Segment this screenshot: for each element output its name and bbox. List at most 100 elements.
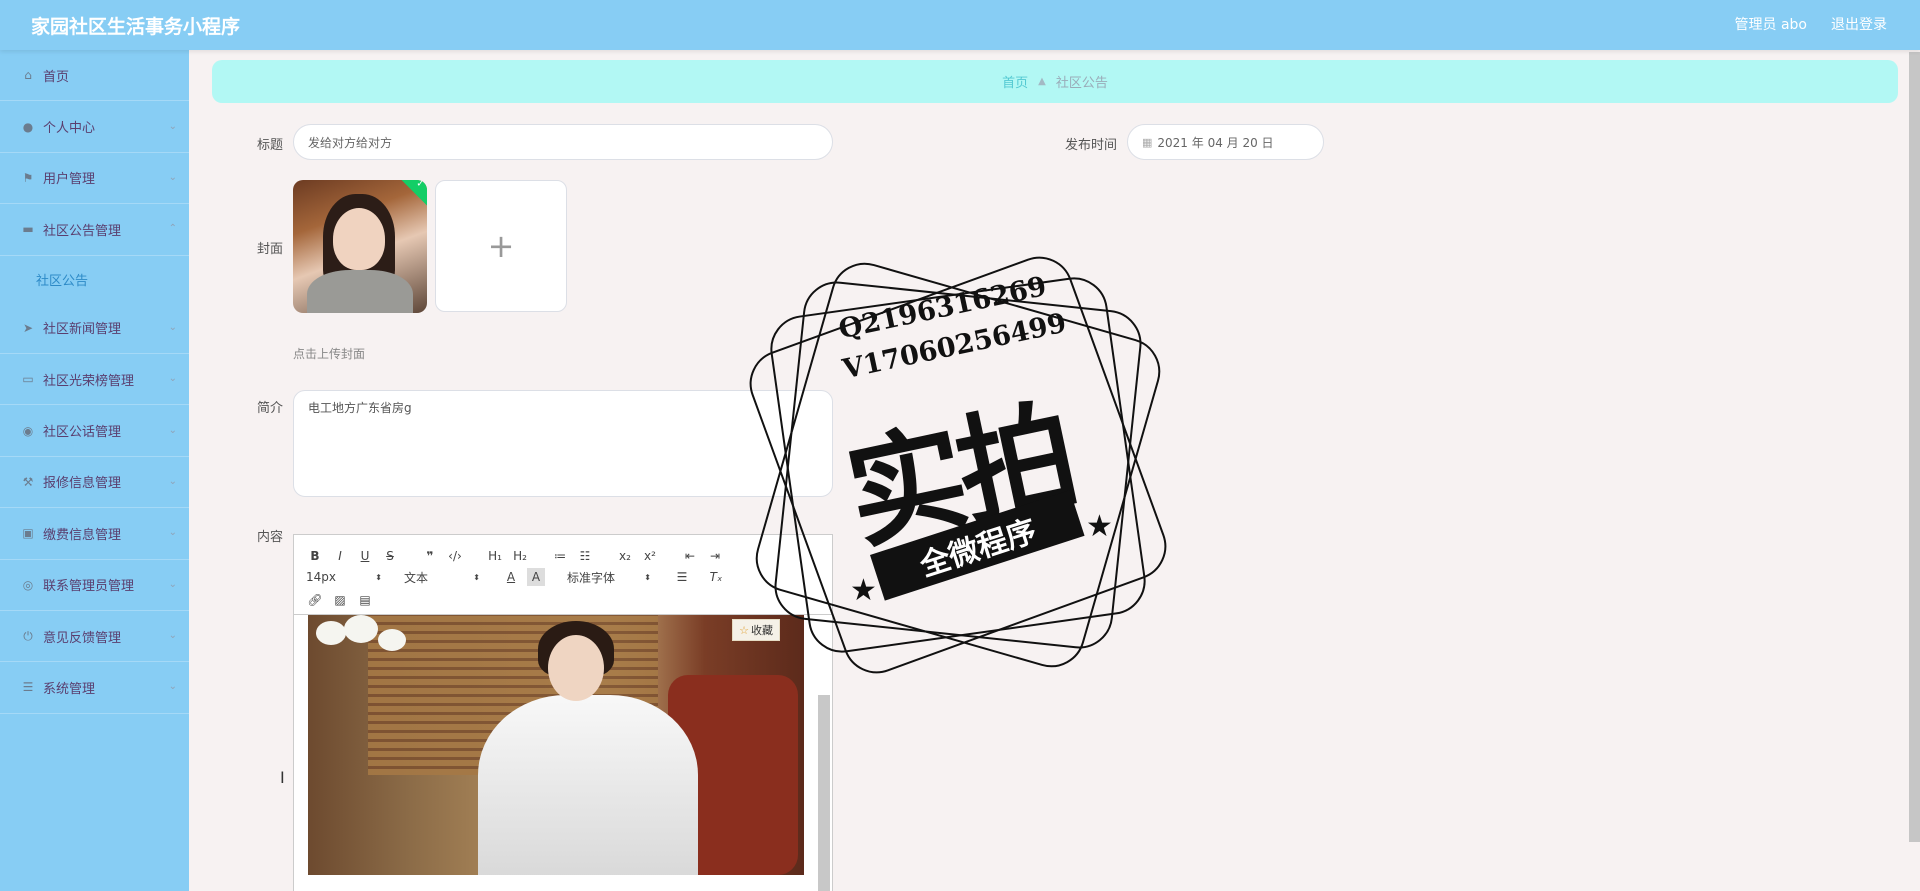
app-title: 家园社区生活事务小程序 [31, 16, 241, 38]
video-icon[interactable]: ▤ [356, 591, 374, 609]
sidebar-item-news-management[interactable]: ➤ 社区新闻管理 ⌄ [0, 303, 189, 354]
indent-button[interactable]: ⇥ [706, 547, 724, 565]
send-icon: ➤ [22, 320, 34, 335]
breadcrumb-home[interactable]: 首页 [1002, 72, 1028, 91]
watermark-star-icon: ★ [1086, 509, 1113, 544]
cover-image-thumbnail[interactable]: ✓ [293, 180, 427, 313]
content-image-lily [378, 629, 406, 651]
content-image[interactable]: ☆ 收藏 [308, 615, 804, 875]
cover-photo-body [307, 270, 413, 313]
calendar-icon: ▦ [1142, 135, 1153, 149]
sidebar-item-honor-management[interactable]: ▭ 社区光荣榜管理 ⌄ [0, 354, 189, 406]
chevron-down-icon: ⌄ [168, 681, 177, 693]
sidebar-item-personal-center[interactable]: ● 个人中心 ⌄ [0, 101, 189, 153]
rich-text-editor: B I U S ❞ ‹/› H₁ H₂ ≔ ☷ x₂ x² ⇤ ⇥ 14px ⬍ … [293, 534, 833, 891]
sidebar-item-feedback-management[interactable]: ⏻ 意见反馈管理 ⌄ [0, 611, 189, 663]
background-color-button[interactable]: A [527, 568, 545, 586]
logout-button[interactable]: 退出登录 [1831, 14, 1887, 34]
heading-1-button[interactable]: H₁ [486, 547, 504, 565]
watermark-qq: Q2196316269 [836, 271, 1050, 346]
cover-upload-hint: 点击上传封面 [293, 347, 366, 361]
select-arrow-icon: ⬍ [644, 572, 651, 582]
sidebar: ⌂ 首页 ● 个人中心 ⌄ ⚑ 用户管理 ⌄ ▬ 社区公告管理 ⌃ 社区公告 ➤… [0, 50, 189, 891]
subscript-button[interactable]: x₂ [616, 547, 634, 565]
editor-scrollbar[interactable] [818, 695, 830, 891]
chevron-down-icon: ⌄ [168, 373, 177, 385]
cover-upload-button[interactable]: + [435, 180, 567, 312]
breadcrumb-separator-icon: ▲ [1038, 76, 1046, 87]
admin-user-label[interactable]: 管理员 abo [1735, 14, 1807, 34]
font-size-select[interactable]: 14px ⬍ [306, 568, 382, 586]
user-icon: ● [22, 119, 34, 134]
image-icon[interactable]: ▨ [331, 591, 349, 609]
upload-success-badge: ✓ [401, 180, 427, 206]
publish-time-label: 发布时间 [1065, 138, 1118, 153]
link-icon[interactable]: 🔗︎ [306, 591, 324, 609]
favorite-tag[interactable]: ☆ 收藏 [732, 619, 780, 641]
underline-button[interactable]: U [356, 547, 374, 565]
title-label: 标题 [257, 138, 284, 153]
content-image-dress [478, 695, 698, 875]
chevron-up-icon: ⌃ [168, 223, 177, 235]
chevron-down-icon: ⌄ [168, 424, 177, 436]
font-family-select[interactable]: 标准字体 ⬍ [567, 568, 651, 586]
chat-icon: ▭ [22, 372, 34, 387]
sidebar-subitem-notice[interactable]: 社区公告 [0, 256, 189, 303]
editor-content-area[interactable]: ☆ 收藏 [294, 615, 832, 891]
text-cursor-icon: I [280, 768, 285, 787]
sidebar-item-repair-management[interactable]: ⚒ 报修信息管理 ⌄ [0, 457, 189, 509]
watermark-star-icon: ★ [850, 573, 877, 608]
chevron-down-icon: ⌄ [168, 475, 177, 487]
watermark-vx: V17060256499 [840, 307, 1070, 386]
sidebar-item-system-management[interactable]: ☰ 系统管理 ⌄ [0, 662, 189, 714]
sidebar-item-contact-admin-management[interactable]: ◎ 联系管理员管理 ⌄ [0, 560, 189, 611]
sidebar-item-payment-management[interactable]: ▣ 缴费信息管理 ⌄ [0, 508, 189, 560]
content-image-lily [316, 621, 346, 645]
blockquote-button[interactable]: ❞ [421, 547, 439, 565]
cover-label: 封面 [257, 242, 284, 257]
text-type-select[interactable]: 文本 ⬍ [404, 568, 480, 586]
breadcrumb-current: 社区公告 [1055, 76, 1108, 91]
content-label: 内容 [257, 530, 284, 545]
chevron-down-icon: ⌄ [168, 527, 177, 539]
title-input[interactable]: 发给对方给对方 [293, 124, 833, 160]
menu-icon: ☰ [22, 680, 34, 695]
publish-time-input[interactable]: ▦ 2021 年 04 月 20 日 [1127, 124, 1324, 160]
top-header: 家园社区生活事务小程序 管理员 abo 退出登录 [0, 0, 1920, 50]
watermark-big-text: 实拍 [835, 384, 1084, 567]
clear-format-button[interactable]: Tₓ [707, 568, 725, 586]
strikethrough-button[interactable]: S [381, 547, 399, 565]
content-image-lily [344, 615, 378, 643]
sidebar-item-user-management[interactable]: ⚑ 用户管理 ⌄ [0, 153, 189, 205]
heading-2-button[interactable]: H₂ [511, 547, 529, 565]
toolbar-row-2: 14px ⬍ 文本 ⬍ A A 标准字体 ⬍ ☰ Tₓ [306, 568, 732, 586]
star-icon: ☆ [739, 623, 749, 637]
intro-textarea[interactable]: 电工地方广东省房g [293, 390, 833, 497]
plus-icon: + [487, 227, 515, 265]
align-button[interactable]: ☰ [673, 568, 691, 586]
check-icon: ✓ [416, 180, 425, 190]
chevron-down-icon: ⌄ [168, 171, 177, 183]
sidebar-item-public-talk-management[interactable]: ◉ 社区公话管理 ⌄ [0, 405, 189, 457]
cover-photo-face [333, 208, 385, 270]
intro-label: 简介 [257, 401, 284, 416]
italic-button[interactable]: I [331, 547, 349, 565]
font-color-button[interactable]: A [502, 568, 520, 586]
header-actions: 管理员 abo 退出登录 [1735, 14, 1887, 34]
ordered-list-button[interactable]: ≔ [551, 547, 569, 565]
intro-textarea-value: 电工地方广东省房g [308, 401, 412, 415]
chevron-down-icon: ⌄ [168, 321, 177, 333]
watermark-ribbon-text: 全微程序 [915, 513, 1041, 584]
toolbar-row-1: B I U S ❞ ‹/› H₁ H₂ ≔ ☷ x₂ x² ⇤ ⇥ [306, 547, 731, 565]
page-scrollbar[interactable] [1909, 52, 1920, 842]
bold-button[interactable]: B [306, 547, 324, 565]
sidebar-item-home[interactable]: ⌂ 首页 [0, 50, 189, 102]
outdent-button[interactable]: ⇤ [681, 547, 699, 565]
superscript-button[interactable]: x² [641, 547, 659, 565]
sidebar-item-notice-management[interactable]: ▬ 社区公告管理 ⌃ [0, 204, 189, 256]
toolbar-row-3: 🔗︎ ▨ ▤ [306, 591, 381, 609]
bullet-list-button[interactable]: ☷ [576, 547, 594, 565]
tool-icon: ⚒ [22, 474, 34, 489]
code-block-button[interactable]: ‹/› [446, 547, 464, 565]
select-arrow-icon: ⬍ [375, 572, 382, 582]
